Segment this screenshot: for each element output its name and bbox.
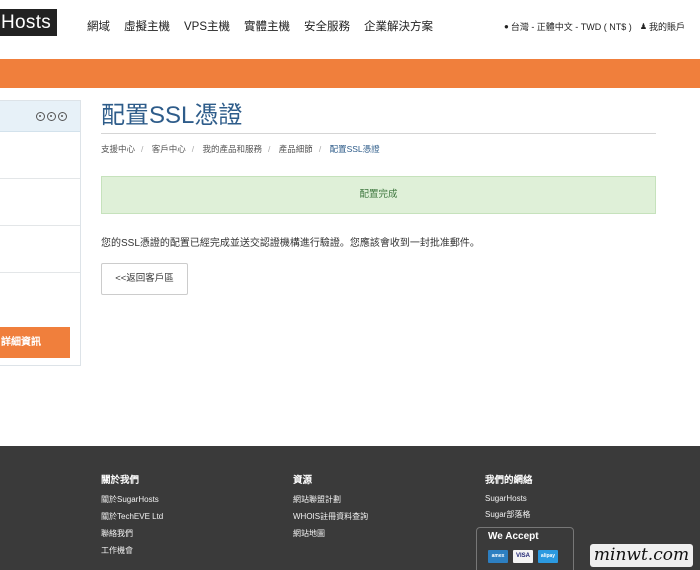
footer-about-title: 關於我們	[101, 475, 140, 486]
footer-link[interactable]: 網站聯盟計劃	[293, 494, 368, 505]
main-content: 配置SSL憑證 支援中心 / 客戶中心 / 我的產品和服務 / 產品細節 / 配置SSL…	[101, 100, 656, 295]
watermark: minwt.com	[590, 544, 693, 567]
nav-vps[interactable]: VPS主機	[184, 18, 230, 34]
footer-network: 我們的網絡 SugarHosts Sugar部落格	[485, 472, 533, 526]
sidebar-item[interactable]	[0, 226, 80, 273]
footer-link[interactable]: Sugar部落格	[485, 509, 533, 520]
sidebar-controls	[36, 112, 67, 121]
we-accept-title: We Accept	[486, 531, 541, 542]
breadcrumb-product-details[interactable]: 產品細節	[279, 144, 313, 154]
nav-enterprise[interactable]: 企業解決方案	[364, 18, 433, 34]
orange-banner	[0, 59, 700, 88]
logo[interactable]: Hosts	[0, 9, 57, 36]
sidebar-item[interactable]	[0, 132, 80, 179]
footer-link[interactable]: 網站地圖	[293, 528, 368, 539]
footer-resources-title: 資源	[293, 475, 313, 486]
globe-icon: ●	[503, 22, 509, 31]
nav-security[interactable]: 安全服務	[304, 18, 350, 34]
top-header: Hosts 網域 虛擬主機 VPS主機 實體主機 安全服務 企業解決方案 ● 台…	[0, 0, 700, 54]
footer-link[interactable]: 聯絡我們	[101, 528, 163, 539]
account-link[interactable]: 我的賬戶	[649, 20, 685, 33]
footer-network-title: 我們的網絡	[485, 475, 533, 486]
utility-nav: ● 台灣 - 正體中文 - TWD ( NT$ ) ♟ 我的賬戶	[504, 20, 685, 33]
title-divider	[101, 133, 656, 134]
circle-icon[interactable]	[58, 112, 67, 121]
sidebar-panel: 詳細資訊	[0, 100, 81, 366]
breadcrumb-client-area[interactable]: 客戶中心	[152, 144, 186, 154]
nav-dedicated[interactable]: 實體主機	[244, 18, 290, 34]
footer-link[interactable]: WHOIS註冊資料查詢	[293, 511, 368, 522]
region-selector[interactable]: 台灣 - 正體中文 - TWD ( NT$ )	[511, 20, 632, 33]
breadcrumb: 支援中心 / 客戶中心 / 我的產品和服務 / 產品細節 / 配置SSL憑證	[101, 144, 380, 154]
main-nav: 網域 虛擬主機 VPS主機 實體主機 安全服務 企業解決方案	[87, 18, 447, 34]
footer-link[interactable]: SugarHosts	[485, 494, 533, 503]
footer-link[interactable]: 工作機會	[101, 545, 163, 556]
details-button[interactable]: 詳細資訊	[0, 327, 70, 358]
page: Hosts 網域 虛擬主機 VPS主機 實體主機 安全服務 企業解決方案 ● 台…	[0, 0, 700, 570]
back-to-client-area-button[interactable]: <<返回客戶區	[101, 263, 188, 295]
breadcrumb-support[interactable]: 支援中心	[101, 144, 135, 154]
nav-domains[interactable]: 網域	[87, 18, 110, 34]
page-title: 配置SSL憑證	[101, 102, 243, 129]
sidebar-item[interactable]	[0, 179, 80, 226]
success-alert: 配置完成	[101, 176, 656, 214]
payment-methods: We Accept amex VISA alipay	[476, 527, 574, 570]
confirmation-message: 您的SSL憑證的配置已經完成並送交認證機構進行驗證。您應該會收到一封批准郵件。	[101, 238, 480, 249]
footer-resources: 資源 網站聯盟計劃 WHOIS註冊資料查詢 網站地圖	[293, 472, 368, 545]
nav-shared-hosting[interactable]: 虛擬主機	[124, 18, 170, 34]
sidebar-item[interactable]	[0, 273, 80, 320]
breadcrumb-current: 配置SSL憑證	[329, 144, 380, 154]
visa-icon: VISA	[513, 550, 533, 563]
sidebar-header	[0, 101, 80, 132]
card-logos: amex VISA alipay	[488, 550, 558, 563]
breadcrumb-products[interactable]: 我的產品和服務	[203, 144, 263, 154]
footer-about: 關於我們 關於SugarHosts 關於TechEVE Ltd 聯絡我們 工作機…	[101, 472, 163, 562]
amex-icon: amex	[488, 550, 508, 563]
footer-link[interactable]: 關於TechEVE Ltd	[101, 511, 163, 522]
user-icon: ♟	[639, 22, 647, 31]
circle-icon[interactable]	[47, 112, 56, 121]
circle-icon[interactable]	[36, 112, 45, 121]
alipay-icon: alipay	[538, 550, 558, 563]
footer-link[interactable]: 關於SugarHosts	[101, 494, 163, 505]
